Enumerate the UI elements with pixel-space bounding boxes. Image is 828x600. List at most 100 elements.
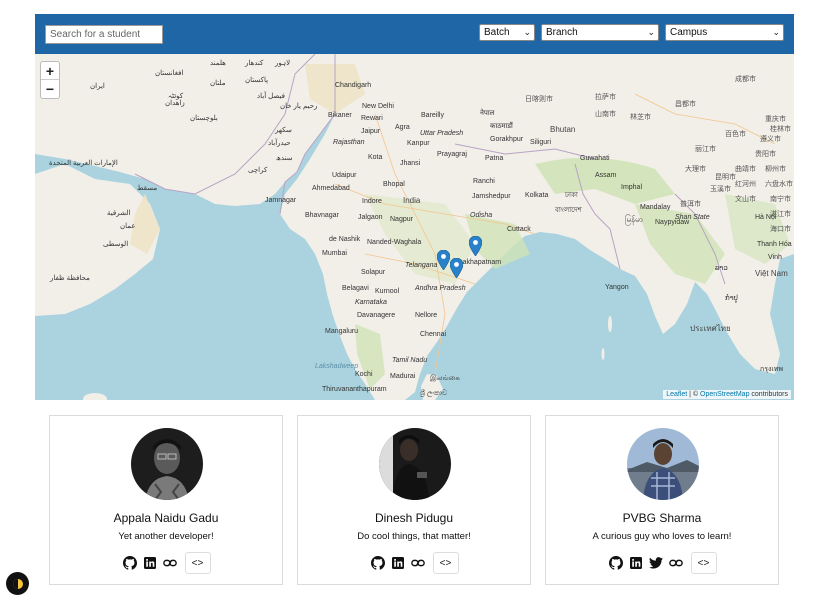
map-label: Bareilly bbox=[421, 112, 444, 119]
map-label: الوسطى bbox=[103, 241, 129, 248]
attribution-tail: contributors bbox=[749, 391, 788, 398]
map-label: ঢাকা bbox=[565, 192, 578, 199]
batch-select[interactable]: Batch ⌄ bbox=[479, 24, 535, 41]
map-label: Jhansi bbox=[400, 160, 421, 167]
map-label: काठमाडौं bbox=[490, 123, 513, 130]
map-label: Assam bbox=[595, 172, 617, 179]
code-button[interactable]: <> bbox=[432, 552, 459, 574]
map-label: حیدرآباد bbox=[268, 140, 291, 147]
map-label: Ahmedabad bbox=[312, 185, 350, 192]
student-bio: A curious guy who loves to learn! bbox=[592, 531, 732, 542]
code-button[interactable]: <> bbox=[690, 552, 717, 574]
link-icon[interactable] bbox=[162, 555, 178, 571]
students-map[interactable]: Chandigarh New Delhi Bareilly Bikaner Re… bbox=[35, 54, 794, 400]
map-label: بلوچستان bbox=[190, 115, 218, 122]
map-label: کراچی bbox=[248, 167, 268, 174]
map-label: Vinh bbox=[768, 254, 782, 261]
map-label: Andhra Pradesh bbox=[415, 285, 466, 292]
map-label: 六盘水市 bbox=[765, 181, 793, 188]
map-label: Prayagraj bbox=[437, 151, 467, 158]
map-label: Kota bbox=[368, 154, 383, 161]
batch-select-label: Batch bbox=[484, 27, 510, 38]
map-label: Guwahati bbox=[580, 155, 610, 162]
map-label: இலங்கை bbox=[430, 375, 460, 382]
map-label: Jamshedpur bbox=[472, 193, 511, 200]
map-label: Shan State bbox=[675, 214, 710, 221]
map-label: ກຳປູ bbox=[725, 295, 738, 302]
map-label: বাংলাদেশ bbox=[555, 207, 582, 214]
branch-select[interactable]: Branch ⌄ bbox=[541, 24, 659, 41]
link-icon[interactable] bbox=[410, 555, 426, 571]
map-label: ایران bbox=[90, 83, 105, 90]
map-label: Bhavnagar bbox=[305, 212, 339, 219]
map-label: Bhopal bbox=[383, 181, 405, 188]
map-label: فیصل آباد bbox=[257, 93, 285, 100]
map-label: Solapur bbox=[361, 269, 386, 276]
map-label: Karnataka bbox=[355, 299, 387, 306]
github-icon[interactable] bbox=[122, 555, 138, 571]
student-search-input[interactable] bbox=[45, 25, 163, 44]
student-marker-pin[interactable] bbox=[450, 258, 463, 278]
link-icon[interactable] bbox=[668, 555, 684, 571]
map-label: Nagpur bbox=[390, 216, 413, 223]
leaflet-link[interactable]: Leaflet bbox=[666, 391, 687, 398]
map-label: नेपाल bbox=[480, 110, 495, 117]
map-label: Udaipur bbox=[332, 172, 357, 179]
map-label: پاکستان bbox=[245, 77, 269, 84]
student-name: Dinesh Pidugu bbox=[374, 511, 454, 525]
twitter-icon[interactable] bbox=[648, 555, 664, 571]
student-card: PVBG Sharma A curious guy who loves to l… bbox=[545, 415, 779, 585]
map-label: Tamil Nadu bbox=[392, 357, 428, 364]
page: Batch ⌄ Branch ⌄ Campus ⌄ bbox=[0, 0, 828, 600]
campus-select-label: Campus bbox=[670, 27, 708, 38]
map-label: 柳州市 bbox=[765, 166, 786, 173]
map-label: لاہور bbox=[275, 60, 291, 67]
map-label: Bikaner bbox=[328, 112, 352, 119]
zoom-out-button[interactable]: − bbox=[41, 80, 59, 98]
linkedin-icon[interactable] bbox=[142, 555, 158, 571]
github-icon[interactable] bbox=[370, 555, 386, 571]
map-label: ملتان bbox=[210, 80, 226, 87]
chevron-down-icon: ⌄ bbox=[523, 27, 531, 37]
openstreetmap-link[interactable]: OpenStreetMap bbox=[700, 391, 749, 398]
zoom-in-button[interactable]: + bbox=[41, 62, 59, 80]
code-button[interactable]: <> bbox=[184, 552, 211, 574]
github-icon[interactable] bbox=[608, 555, 624, 571]
map-label: Kochi bbox=[355, 371, 373, 378]
map-label: 南宁市 bbox=[770, 196, 791, 203]
social-links: <> bbox=[546, 552, 778, 574]
student-card: Dinesh Pidugu Do cool things, that matte… bbox=[297, 415, 531, 585]
map-label: سندھ bbox=[276, 155, 293, 162]
map-label: Agra bbox=[395, 124, 410, 131]
student-marker-pin[interactable] bbox=[437, 250, 450, 270]
linkedin-icon[interactable] bbox=[628, 555, 644, 571]
map-label: سکھر bbox=[275, 127, 292, 134]
map-label: Bhutan bbox=[550, 125, 576, 134]
map-label: Ranchi bbox=[473, 178, 495, 185]
map-label: 重庆市 bbox=[765, 116, 786, 123]
linkedin-icon[interactable] bbox=[390, 555, 406, 571]
map-label: Kolkata bbox=[525, 192, 549, 199]
map-label: Mandalay bbox=[640, 204, 671, 211]
campus-select[interactable]: Campus ⌄ bbox=[665, 24, 784, 41]
branch-select-label: Branch bbox=[546, 27, 578, 38]
map-label: 红河州 bbox=[735, 181, 756, 188]
map-label: 日喀则市 bbox=[525, 96, 553, 103]
student-marker-pin[interactable] bbox=[469, 236, 482, 256]
theme-toggle-button[interactable] bbox=[6, 572, 29, 595]
map-label: 百色市 bbox=[725, 131, 746, 138]
map-label: Imphal bbox=[621, 184, 643, 191]
chevron-down-icon: ⌄ bbox=[647, 27, 655, 37]
filter-bar: Batch ⌄ Branch ⌄ Campus ⌄ bbox=[35, 14, 794, 54]
map-label: Nellore bbox=[415, 312, 438, 319]
map-label: 昌都市 bbox=[675, 101, 696, 108]
map-label: 曲靖市 bbox=[735, 166, 756, 173]
map-label: Mumbai bbox=[322, 250, 347, 257]
map-label: Kurnool bbox=[375, 288, 400, 295]
map-label: 桂林市 bbox=[770, 126, 791, 133]
map-label: Cuttack bbox=[507, 226, 531, 233]
map-label: Davanagere bbox=[357, 312, 396, 319]
map-label: زاهدان bbox=[165, 100, 185, 107]
map-label: رحیم یار خان bbox=[280, 103, 318, 110]
social-links: <> bbox=[298, 552, 530, 574]
